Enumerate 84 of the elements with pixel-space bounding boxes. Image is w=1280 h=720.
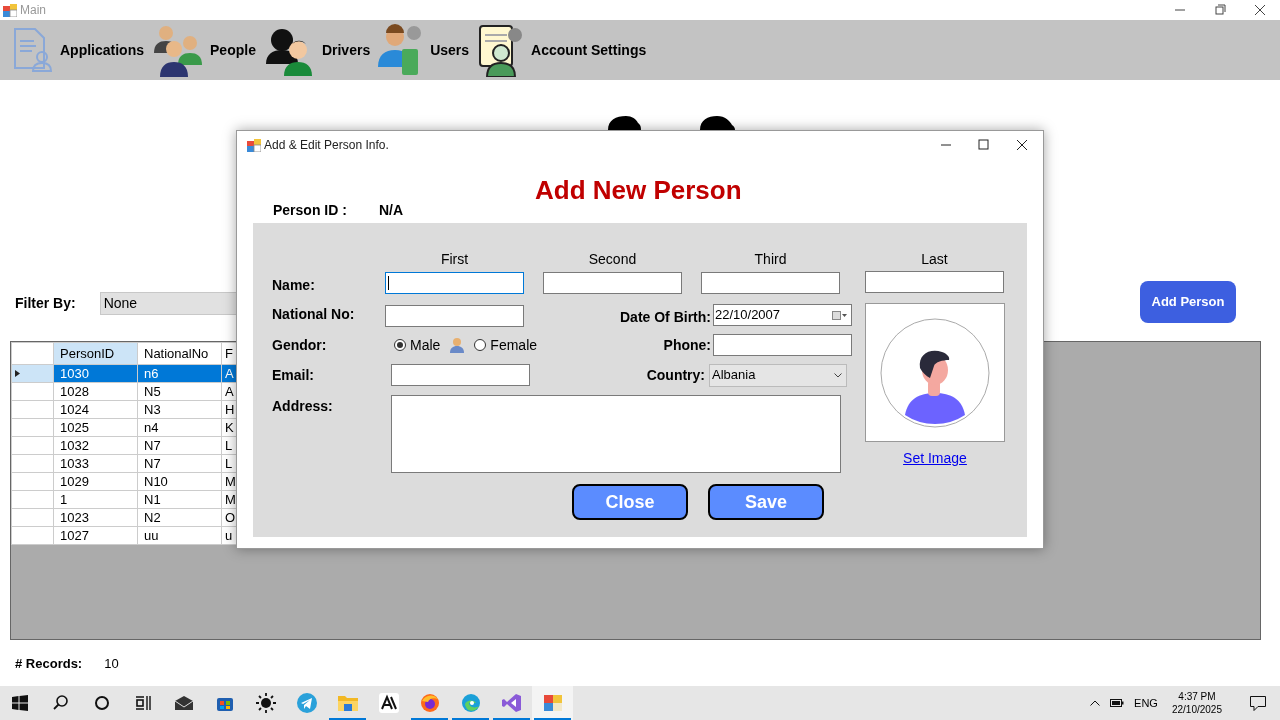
document-icon (12, 27, 54, 73)
address-label: Address: (272, 398, 333, 414)
window-title: Main (20, 2, 46, 19)
chevron-up-icon[interactable] (1090, 700, 1101, 706)
ribbon-icon[interactable] (501, 693, 522, 713)
filter-label: Filter By: (15, 294, 76, 313)
firefox-icon[interactable] (419, 693, 440, 713)
name-field[interactable] (701, 271, 840, 294)
email-field[interactable] (391, 364, 530, 386)
national-no-label: National No: (272, 306, 355, 322)
phone-field[interactable] (713, 334, 852, 356)
table-cell: 1 (53, 490, 138, 509)
toolbar-button[interactable]: Account Settings (477, 23, 647, 77)
chevron-down-icon (834, 372, 842, 378)
table-cell: N5 (137, 382, 222, 401)
date-picker[interactable]: 22/10/2007 (713, 304, 852, 326)
column-header[interactable]: PersonID (53, 342, 138, 365)
name-part-header: Second (587, 251, 638, 267)
radio-option[interactable]: Female (474, 334, 538, 356)
table-cell: 1028 (53, 382, 138, 401)
clock[interactable]: 4:37 PM 22/10/2025 (1167, 690, 1226, 716)
national-no-field[interactable] (385, 305, 524, 327)
table-cell: 1029 (53, 472, 138, 491)
folder-icon[interactable] (336, 694, 359, 712)
person-id-value: N/A (378, 201, 404, 220)
table-cell: 1032 (53, 436, 138, 455)
name-part-header: Last (920, 251, 949, 267)
column-header[interactable]: NationalNo (137, 342, 222, 365)
name-field[interactable] (385, 271, 524, 294)
dialog-heading: Add New Person (535, 174, 742, 207)
task-view-icon[interactable] (134, 695, 151, 711)
table-cell: N7 (137, 436, 222, 455)
records-label: # Records: (15, 655, 83, 673)
person-icon (450, 337, 465, 353)
radio-option[interactable]: Male (394, 334, 441, 356)
date-of-birth-label: Date Of Birth: (620, 309, 711, 325)
search-icon[interactable] (52, 695, 69, 711)
table-cell: N10 (137, 472, 222, 491)
toolbar-button[interactable]: Applications (12, 27, 144, 73)
table-cell: 1024 (53, 400, 138, 419)
table-cell: N3 (137, 400, 222, 419)
table-cell: 1025 (53, 418, 138, 437)
records-count: 10 (104, 655, 119, 673)
country-dropdown[interactable]: Albania (709, 363, 847, 387)
add-person-button[interactable]: Add Person (1140, 281, 1236, 323)
battery-icon[interactable] (1110, 699, 1125, 707)
table-cell: 1023 (53, 508, 138, 527)
dialog-title: Add & Edit Person Info. (264, 137, 389, 154)
circle-icon[interactable] (93, 695, 110, 711)
gender-label: Gendor: (272, 336, 327, 353)
windows-icon[interactable] (12, 695, 28, 711)
toolbar-button[interactable]: People (152, 23, 256, 77)
name-part-header: First (439, 251, 470, 267)
table-cell: uu (137, 526, 222, 545)
toolbar-button[interactable]: Drivers (263, 24, 371, 76)
table-cell: n4 (137, 418, 222, 437)
calendar-icon (832, 310, 848, 320)
notification-icon[interactable] (1250, 695, 1266, 711)
set-image-link[interactable]: Set Image (903, 450, 967, 466)
table-cell: N7 (137, 454, 222, 473)
address-field[interactable] (391, 395, 841, 473)
edge-icon[interactable] (460, 693, 481, 713)
table-cell: 1033 (53, 454, 138, 473)
name-field[interactable] (865, 271, 1004, 293)
name-label: Name: (272, 277, 315, 293)
app-icon (3, 3, 17, 17)
toolbar-button[interactable]: Users (378, 23, 470, 77)
phone-label: Phone: (663, 336, 711, 353)
app-icon (247, 138, 261, 152)
mail-icon[interactable] (173, 695, 194, 711)
country-label: Country: (646, 366, 705, 383)
window-icon[interactable] (542, 694, 563, 712)
table-cell: N1 (137, 490, 222, 509)
row-pointer-icon (15, 370, 20, 377)
sun-icon[interactable] (255, 693, 276, 713)
table-cell: 1027 (53, 526, 138, 545)
person-id-label: Person ID : (273, 201, 347, 220)
table-cell: N2 (137, 508, 222, 527)
name-field[interactable] (543, 271, 682, 294)
paper-plane-icon[interactable] (296, 693, 317, 713)
letter-a-icon[interactable] (378, 693, 399, 713)
email-label: Email: (272, 366, 314, 383)
name-part-header: Third (753, 251, 788, 267)
language-indicator[interactable]: ENG (1134, 694, 1158, 712)
